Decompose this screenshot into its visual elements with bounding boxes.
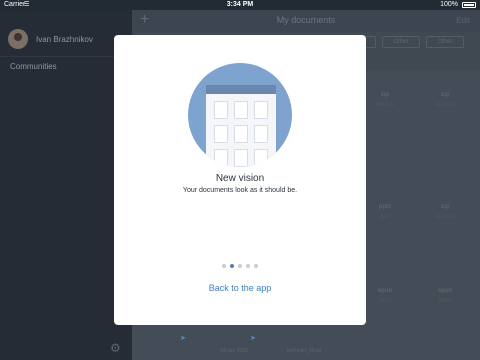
- profile-row[interactable]: Ivan Brazhnikov: [8, 28, 93, 50]
- document-column: zip Archives zip Archives epub Other: [416, 70, 474, 360]
- document-kind: Other: [438, 298, 452, 304]
- status-time: 3:34 PM: [226, 1, 254, 8]
- document-building-icon: [206, 85, 276, 167]
- page-dot: [246, 264, 250, 268]
- page-dot: [254, 264, 258, 268]
- page-title: My documents: [276, 15, 336, 25]
- battery-percent: 100%: [440, 1, 458, 8]
- document-kind: Archives: [435, 102, 455, 108]
- sidebar: Ivan Brazhnikov Communities ⚙: [0, 10, 132, 360]
- avatar: [8, 29, 28, 49]
- document-cell[interactable]: epub Other: [416, 266, 474, 328]
- document-ext: epub: [437, 288, 453, 294]
- documents-illustration: [188, 63, 292, 167]
- status-bar: Carrier ☰ 3:34 PM 100%: [0, 0, 480, 10]
- filter-other-2[interactable]: Other: [426, 36, 464, 48]
- document-date: 04 Jun 2016: [220, 348, 248, 354]
- filter-other-1[interactable]: Other: [382, 36, 420, 48]
- back-to-app-button[interactable]: Back to the app: [114, 283, 366, 293]
- gear-icon[interactable]: ⚙: [110, 342, 122, 354]
- onboarding-modal: New vision Your documents look as it sho…: [114, 35, 366, 325]
- page-dot: [238, 264, 242, 268]
- document-filename: tjsPrinter_65.txt: [286, 348, 322, 354]
- nav-bar: + My documents Edit: [132, 10, 480, 32]
- pin-icon: ➤: [180, 335, 186, 342]
- battery-icon: [462, 2, 476, 8]
- sidebar-divider: [0, 56, 132, 57]
- page-dot: [222, 264, 226, 268]
- document-ext: zip: [440, 92, 450, 98]
- page-dot: [230, 264, 234, 268]
- modal-subtitle: Your documents look as it should be.: [182, 187, 298, 194]
- edit-button[interactable]: Edit: [456, 16, 470, 25]
- page-indicator[interactable]: [114, 264, 366, 270]
- sidebar-item-communities[interactable]: Communities: [10, 62, 57, 71]
- document-cell[interactable]: zip Archives: [416, 182, 474, 244]
- profile-name: Ivan Brazhnikov: [36, 34, 93, 44]
- document-kind: Archives: [435, 214, 455, 220]
- document-ext: zip: [440, 204, 450, 210]
- modal-title: New vision: [215, 173, 265, 184]
- document-cell[interactable]: zip Archives: [416, 70, 474, 132]
- bottom-document-row: ➤ ➤ 04 Jun 2016 tjsPrinter_65.txt: [132, 328, 480, 360]
- pin-icon: ➤: [250, 335, 256, 342]
